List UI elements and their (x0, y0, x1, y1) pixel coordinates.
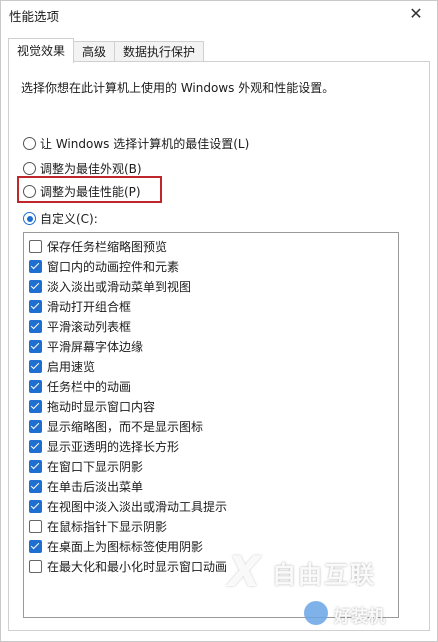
list-item[interactable]: 在视图中淡入淡出或滑动工具提示 (29, 497, 227, 515)
list-item[interactable]: 在窗口下显示阴影 (29, 457, 143, 475)
list-item[interactable]: 拖动时显示窗口内容 (29, 397, 155, 415)
radio-best-performance[interactable]: 调整为最佳性能(P) (23, 183, 141, 200)
list-item[interactable]: 在鼠标指针下显示阴影 (29, 517, 167, 535)
window-title: 性能选项 (9, 9, 60, 24)
checkbox[interactable] (29, 359, 42, 373)
watermark-logo-icon (304, 601, 328, 625)
tab-strip: 视觉效果 高级 数据执行保护 (8, 38, 205, 63)
checkbox[interactable] (29, 459, 42, 473)
checkbox-label: 平滑屏幕字体边缘 (47, 339, 144, 354)
radio-label: 调整为最佳性能(P) (40, 185, 141, 199)
checkbox-label: 显示缩略图，而不是显示图标 (47, 419, 204, 434)
watermark-brand: 自由互联 (272, 561, 376, 589)
list-item[interactable]: 任务栏中的动画 (29, 377, 131, 395)
list-item[interactable]: 滑动打开组合框 (29, 297, 131, 315)
checkbox-label: 在窗口下显示阴影 (47, 459, 144, 474)
list-item[interactable]: 保存任务栏缩略图预览 (29, 237, 167, 255)
checkbox[interactable] (29, 279, 42, 293)
checkbox-label: 保存任务栏缩略图预览 (47, 239, 168, 254)
checkbox-label: 在单击后淡出菜单 (47, 479, 144, 494)
checkbox-label: 平滑滚动列表框 (47, 319, 132, 334)
watermark: X 自由互联 好装机 (226, 541, 431, 641)
checkbox-label: 淡入淡出或滑动菜单到视图 (47, 279, 192, 294)
list-item[interactable]: 在最大化和最小化时显示窗口动画 (29, 557, 227, 575)
list-item[interactable]: 启用速览 (29, 357, 95, 375)
list-item[interactable]: 窗口内的动画控件和元素 (29, 257, 179, 275)
checkbox-label: 滑动打开组合框 (47, 299, 132, 314)
checkbox[interactable] (29, 479, 42, 493)
checkbox[interactable] (29, 239, 42, 253)
checkbox-label: 启用速览 (47, 359, 96, 374)
list-item[interactable]: 淡入淡出或滑动菜单到视图 (29, 277, 191, 295)
radio-custom[interactable]: 自定义(C): (23, 210, 98, 227)
radio-let-windows-choose[interactable]: 让 Windows 选择计算机的最佳设置(L) (23, 135, 249, 152)
checkbox-label: 任务栏中的动画 (47, 379, 132, 394)
watermark-subtitle: 好装机 (334, 607, 385, 627)
radio-best-appearance[interactable]: 调整为最佳外观(B) (23, 160, 142, 177)
checkbox-label: 在最大化和最小化时显示窗口动画 (47, 559, 228, 574)
checkbox-label: 拖动时显示窗口内容 (47, 399, 156, 414)
list-item[interactable]: 显示亚透明的选择长方形 (29, 437, 179, 455)
checkbox[interactable] (29, 399, 42, 413)
close-button[interactable]: ✕ (405, 3, 427, 25)
radio-label: 自定义(C): (40, 212, 98, 226)
watermark-x-icon: X (228, 547, 261, 596)
tab-advanced[interactable]: 高级 (73, 41, 116, 63)
radio-label: 让 Windows 选择计算机的最佳设置(L) (40, 137, 250, 151)
checkbox-label: 在鼠标指针下显示阴影 (47, 519, 168, 534)
checkbox[interactable] (29, 419, 42, 433)
checkbox[interactable] (29, 539, 42, 553)
list-item[interactable]: 显示缩略图，而不是显示图标 (29, 417, 203, 435)
checkbox[interactable] (29, 559, 42, 573)
checkbox[interactable] (29, 499, 42, 513)
checkbox[interactable] (29, 319, 42, 333)
checkbox[interactable] (29, 259, 42, 273)
checkbox-label: 显示亚透明的选择长方形 (47, 439, 180, 454)
close-icon: ✕ (409, 4, 423, 23)
title-bar: 性能选项 ✕ (1, 1, 437, 29)
radio-label: 调整为最佳外观(B) (40, 162, 142, 176)
checkbox[interactable] (29, 519, 42, 533)
radio-button[interactable] (23, 185, 36, 198)
radio-button[interactable] (23, 162, 36, 175)
checkbox[interactable] (29, 299, 42, 313)
checkbox[interactable] (29, 379, 42, 393)
checkbox[interactable] (29, 339, 42, 353)
list-item[interactable]: 平滑滚动列表框 (29, 317, 131, 335)
radio-button-selected[interactable] (23, 212, 36, 225)
performance-options-window: 性能选项 ✕ 视觉效果 高级 数据执行保护 选择你想在此计算机上使用的 Wind… (0, 0, 438, 642)
list-item[interactable]: 平滑屏幕字体边缘 (29, 337, 143, 355)
checkbox-label: 在视图中淡入淡出或滑动工具提示 (47, 499, 228, 514)
tab-visual-effects[interactable]: 视觉效果 (8, 38, 75, 63)
list-item[interactable]: 在单击后淡出菜单 (29, 477, 143, 495)
radio-button[interactable] (23, 137, 36, 150)
tab-data-execution-prevention[interactable]: 数据执行保护 (114, 41, 205, 63)
list-item[interactable]: 在桌面上为图标标签使用阴影 (29, 537, 203, 555)
checkbox[interactable] (29, 439, 42, 453)
checkbox-label: 在桌面上为图标标签使用阴影 (47, 539, 204, 554)
checkbox-label: 窗口内的动画控件和元素 (47, 259, 180, 274)
panel-description: 选择你想在此计算机上使用的 Windows 外观和性能设置。 (21, 81, 335, 95)
